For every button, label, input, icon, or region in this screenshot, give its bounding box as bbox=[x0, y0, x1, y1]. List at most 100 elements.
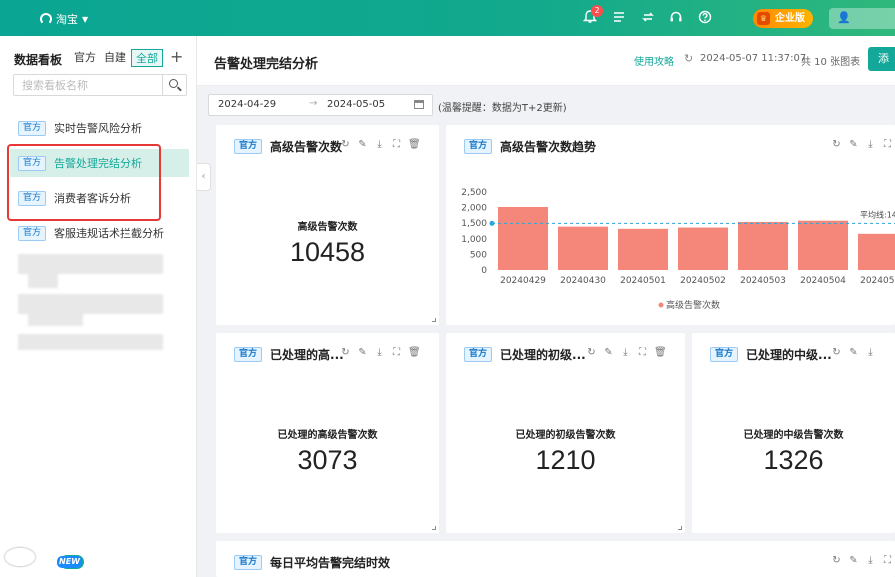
list-icon[interactable] bbox=[611, 10, 627, 26]
chevron-down-icon: ▼ bbox=[82, 14, 89, 24]
tab-custom[interactable]: 自建 bbox=[100, 49, 130, 67]
shop-switcher[interactable]: 淘宝 ▼ bbox=[40, 11, 88, 27]
page-title: 告警处理完结分析 bbox=[214, 57, 319, 72]
refresh-icon[interactable]: ↻ bbox=[340, 139, 351, 150]
x-tick-label: 20240501 bbox=[620, 276, 666, 286]
search-input[interactable] bbox=[14, 75, 162, 95]
edit-icon[interactable]: ✎ bbox=[848, 555, 859, 566]
kpi-label: 已处理的初级告警次数 bbox=[515, 430, 616, 441]
bar bbox=[798, 220, 848, 270]
enterprise-badge[interactable]: ♛ 企业版 bbox=[753, 9, 813, 28]
watermark-logo bbox=[5, 548, 35, 566]
add-dashboard-button[interactable]: + bbox=[170, 47, 183, 66]
top-bar: 淘宝 ▼ 2 ♛ 企业版 👤 bbox=[0, 0, 895, 36]
refresh-icon[interactable]: ↻ bbox=[586, 347, 597, 358]
bar bbox=[498, 206, 548, 270]
download-icon[interactable]: ⤓ bbox=[374, 139, 385, 150]
x-tick-label: 20240502 bbox=[680, 276, 726, 286]
legend-label: 高级告警次数 bbox=[666, 299, 720, 311]
collapse-sidebar-button[interactable]: ‹ bbox=[197, 163, 211, 191]
kpi-label: 已处理的高级告警次数 bbox=[277, 430, 378, 441]
chart-count: 共 10 张图表 bbox=[801, 57, 861, 68]
x-tick-label: 20240430 bbox=[560, 276, 606, 286]
kpi-label: 已处理的中级告警次数 bbox=[743, 430, 844, 441]
y-tick-label: 1,500 bbox=[461, 219, 487, 229]
sidebar-title: 数据看板 bbox=[14, 53, 63, 67]
delete-icon[interactable]: 🗑 bbox=[408, 139, 421, 150]
resize-handle[interactable] bbox=[432, 526, 436, 530]
official-tag: 官方 bbox=[234, 139, 263, 154]
average-marker bbox=[489, 220, 495, 226]
tab-official[interactable]: 官方 bbox=[70, 49, 100, 67]
kpi-card-handled-high: 官方 已处理的高... ↻ ✎ ⤓ ⛶ 🗑 已处理的高级告警次数 3073 bbox=[216, 333, 439, 533]
date-range-picker[interactable]: 2024-04-29 → 2024-05-05 bbox=[208, 94, 433, 116]
edit-icon[interactable]: ✎ bbox=[848, 347, 859, 358]
edit-icon[interactable]: ✎ bbox=[603, 347, 614, 358]
official-tag: 官方 bbox=[464, 347, 493, 362]
x-tick-label: 20240505 bbox=[860, 276, 895, 286]
official-tag: 官方 bbox=[234, 347, 263, 362]
new-feature-pill[interactable]: NEW bbox=[57, 555, 84, 569]
start-date[interactable]: 2024-04-29 bbox=[218, 99, 276, 110]
end-date[interactable]: 2024-05-05 bbox=[327, 99, 385, 110]
edit-icon[interactable]: ✎ bbox=[357, 139, 368, 150]
y-tick-label: 2,000 bbox=[461, 204, 487, 214]
fullscreen-icon[interactable]: ⛶ bbox=[637, 347, 648, 358]
redacted-item bbox=[18, 334, 163, 350]
download-icon[interactable]: ⤓ bbox=[865, 555, 876, 566]
resize-handle[interactable] bbox=[432, 318, 436, 322]
bar bbox=[558, 226, 608, 270]
add-chart-button[interactable]: 添加 bbox=[868, 47, 895, 71]
main-header: 告警处理完结分析 使用攻略 ↻ 2024-05-07 11:37:07 共 10… bbox=[197, 36, 895, 86]
guide-link[interactable]: 使用攻略 bbox=[634, 53, 674, 68]
watermark bbox=[5, 548, 35, 566]
delete-icon[interactable]: 🗑 bbox=[408, 347, 421, 358]
bar bbox=[678, 227, 728, 270]
refresh-icon[interactable]: ↻ bbox=[340, 347, 351, 358]
kpi-value: 1210 bbox=[535, 445, 596, 475]
refresh-icon[interactable]: ↻ bbox=[831, 347, 842, 358]
card-toolbar: ↻ ✎ ⤓ ⛶ bbox=[831, 555, 893, 566]
legend-marker bbox=[658, 302, 664, 308]
download-icon[interactable]: ⤓ bbox=[374, 347, 385, 358]
kpi-value: 10458 bbox=[289, 237, 366, 267]
card-toolbar: ↻ ✎ ⤓ bbox=[831, 347, 876, 358]
fullscreen-icon[interactable]: ⛶ bbox=[882, 555, 893, 566]
card-toolbar: ↻ ✎ ⤓ ⛶ 🗑 bbox=[340, 139, 421, 150]
headset-icon[interactable] bbox=[668, 10, 684, 26]
user-menu[interactable]: 👤 bbox=[829, 8, 895, 29]
card-title: 官方 已处理的初级... bbox=[464, 346, 586, 363]
trend-bar-chart: 2,500 2,000 1,500 1,000 500 0 20240429 20240430… bbox=[461, 188, 895, 311]
y-tick-label: 1,000 bbox=[461, 235, 487, 245]
new-badge: NEW bbox=[57, 556, 82, 568]
download-icon[interactable]: ⤓ bbox=[865, 347, 876, 358]
average-label: 平均线:1494 bbox=[860, 209, 895, 219]
fullscreen-icon[interactable]: ⛶ bbox=[391, 347, 402, 358]
crown-icon: ♛ bbox=[757, 12, 770, 25]
kpi-label: 高级告警次数 bbox=[297, 222, 358, 233]
user-icon: 👤 bbox=[837, 11, 851, 24]
edit-icon[interactable]: ✎ bbox=[357, 347, 368, 358]
sidebar-item-violation-intercept[interactable]: 官方 客服违规话术拦截分析 bbox=[10, 219, 189, 247]
card-title: 官方 已处理的中级... bbox=[710, 346, 832, 363]
x-tick-label: 20240429 bbox=[500, 276, 546, 286]
highlight-box bbox=[7, 144, 161, 221]
sidebar-item-label: 客服违规话术拦截分析 bbox=[54, 227, 165, 240]
kpi-card-handled-mid: 官方 已处理的中级... ↻ ✎ ⤓ 已处理的中级告警次数 1326 bbox=[692, 333, 895, 533]
kpi-value: 3073 bbox=[297, 445, 358, 475]
sidebar-item-realtime-alert[interactable]: 官方 实时告警风险分析 bbox=[10, 114, 189, 142]
refresh-icon[interactable]: ↻ bbox=[831, 555, 842, 566]
fullscreen-icon[interactable]: ⛶ bbox=[391, 139, 402, 150]
search-button[interactable] bbox=[162, 75, 186, 95]
resize-handle[interactable] bbox=[678, 526, 682, 530]
download-icon[interactable]: ⤓ bbox=[620, 347, 631, 358]
swap-icon[interactable] bbox=[640, 10, 656, 26]
card-toolbar: ↻ ✎ ⤓ ⛶ 🗑 bbox=[340, 347, 421, 358]
tab-all[interactable]: 全部 bbox=[131, 49, 163, 67]
official-tag: 官方 bbox=[18, 120, 47, 136]
help-icon[interactable] bbox=[697, 10, 713, 26]
bar bbox=[618, 228, 668, 270]
delete-icon[interactable]: 🗑 bbox=[654, 347, 667, 358]
dashboard-search bbox=[13, 74, 187, 96]
refresh-icon[interactable]: ↻ bbox=[684, 52, 693, 65]
